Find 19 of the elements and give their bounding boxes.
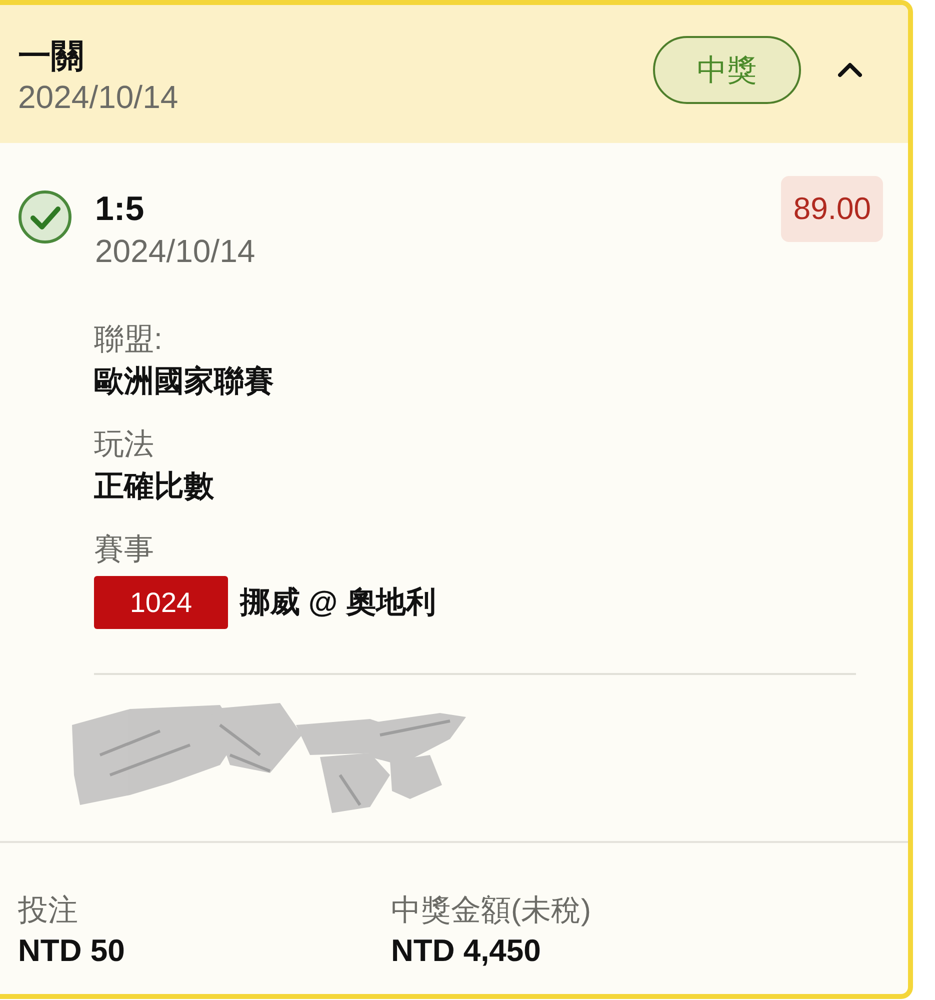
detail-label: 聯盟:: [94, 322, 164, 358]
summary-label: 中獎金額(未稅): [391, 893, 592, 929]
detail-value: 正確比數: [94, 469, 215, 505]
match-code-tag: 1024: [94, 576, 228, 629]
detail-label: 賽事: [94, 532, 155, 568]
match-teams: 挪威 @ 奧地利: [240, 584, 436, 620]
match-date: 2024/10/14: [95, 232, 256, 271]
odds-badge: 89.00: [781, 176, 883, 242]
summary-value: NTD 50: [18, 932, 126, 970]
bet-date: 2024/10/14: [18, 78, 180, 117]
status-badge: 中獎: [653, 36, 801, 104]
chevron-up-icon[interactable]: [838, 61, 862, 79]
bet-type-title: 一關: [18, 36, 85, 76]
summary-value: NTD 4,450: [391, 932, 542, 970]
detail-value: 歐洲國家聯賽: [94, 364, 275, 400]
summary-label: 投注: [18, 893, 79, 929]
score-text: 1:5: [95, 189, 146, 230]
card-header[interactable]: 一關 2024/10/14 中獎: [0, 5, 908, 143]
detail-label: 玩法: [94, 427, 155, 463]
